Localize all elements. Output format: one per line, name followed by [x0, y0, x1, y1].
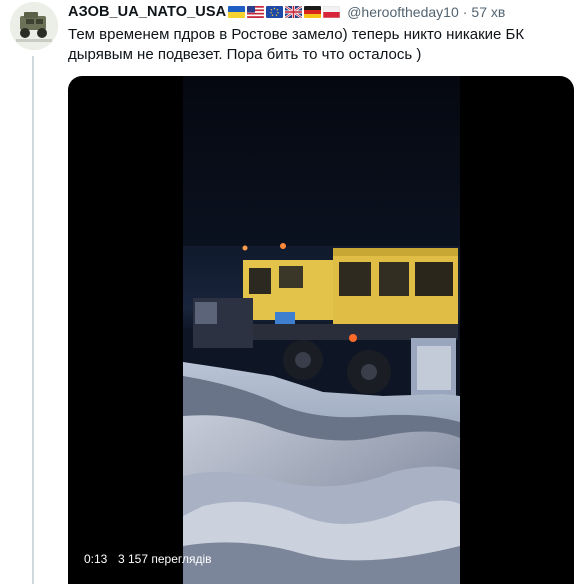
video-view-count: 3 157 переглядів: [118, 552, 212, 566]
tweet-text-line: дырявым не подвезет. Пора бить то что ос…: [68, 46, 422, 63]
tweet-timestamp[interactable]: 57 хв: [471, 4, 505, 20]
ukraine-flag-icon: [228, 6, 246, 18]
eu-flag-icon: [266, 6, 284, 18]
poland-flag-icon: [323, 6, 341, 18]
thread-line: [32, 56, 34, 584]
avatar[interactable]: [10, 2, 58, 50]
user-handle[interactable]: @herooftheday10: [347, 4, 459, 20]
armored-vehicle-avatar-icon: [10, 2, 58, 50]
tweet-text-line: Тем временем пдров в Ростове замело) теп…: [68, 26, 525, 43]
display-name[interactable]: АЗОВ_UA_NATO_USA: [68, 4, 226, 20]
flag-emojis: [228, 6, 341, 18]
video-elapsed-time: 0:13: [84, 552, 108, 566]
video-frame-snowy-truck: [183, 76, 460, 584]
video-player[interactable]: 0:13 3 157 переглядів: [68, 76, 574, 584]
tweet-text: Тем временем пдров в Ростове замело) теп…: [68, 25, 568, 65]
usa-flag-icon: [247, 6, 265, 18]
separator-dot: ·: [462, 4, 468, 20]
uk-flag-icon: [285, 6, 303, 18]
germany-flag-icon: [304, 6, 322, 18]
tweet-header: АЗОВ_UA_NATO_USA @herooftheday10 · 57 хв: [68, 3, 505, 21]
